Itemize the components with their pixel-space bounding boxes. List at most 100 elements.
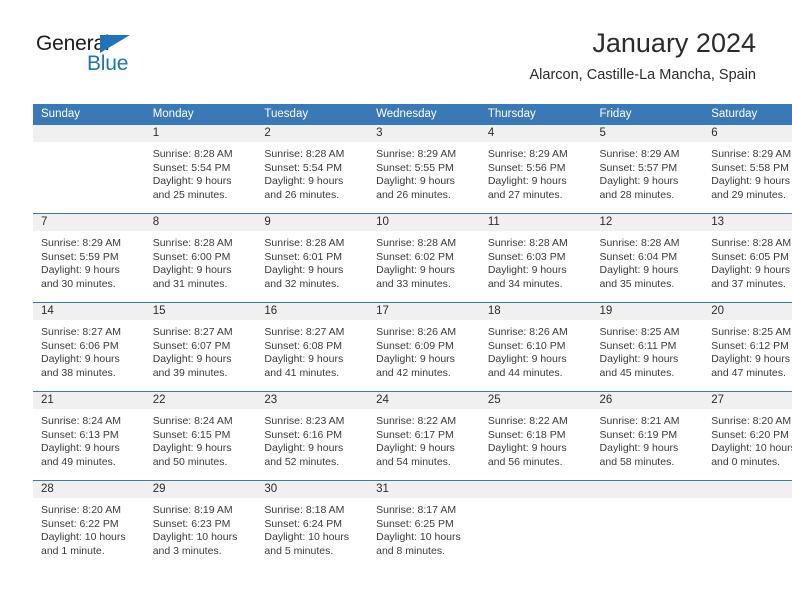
- daylight-text-line1: Daylight: 9 hours: [711, 264, 791, 277]
- calendar-day-cell[interactable]: 24 Sunrise: 8:22 AM Sunset: 6:17 PM Dayligh…: [368, 391, 480, 481]
- sunset-text: Sunset: 6:09 PM: [376, 339, 454, 352]
- day-number: 2: [256, 125, 369, 142]
- day-number: 27: [703, 392, 792, 409]
- day-number: 8: [144, 214, 257, 231]
- calendar-day-cell[interactable]: 31 Sunrise: 8:17 AM Sunset: 6:25 PM Dayligh…: [368, 480, 480, 569]
- calendar-day-cell[interactable]: 1 Sunrise: 8:28 AM Sunset: 5:54 PM Daylight…: [144, 125, 257, 214]
- daylight-text-line1: Daylight: 9 hours: [41, 442, 120, 455]
- calendar-body: 1 Sunrise: 8:28 AM Sunset: 5:54 PM Daylight…: [33, 125, 792, 569]
- sunrise-text: Sunrise: 8:17 AM: [376, 504, 457, 516]
- day-number: 11: [479, 214, 592, 231]
- sunrise-text: Sunrise: 8:22 AM: [376, 415, 457, 427]
- calendar-day-cell[interactable]: 23 Sunrise: 8:23 AM Sunset: 6:16 PM Dayligh…: [256, 391, 369, 481]
- calendar-day-cell[interactable]: 5 Sunrise: 8:29 AM Sunset: 5:57 PM Daylight…: [591, 125, 704, 214]
- calendar-day-cell[interactable]: 4 Sunrise: 8:29 AM Sunset: 5:56 PM Daylight…: [479, 125, 592, 214]
- sunset-text: Sunset: 6:00 PM: [152, 250, 231, 263]
- sunrise-text: Sunrise: 8:28 AM: [487, 237, 568, 249]
- sunset-text: Sunset: 6:16 PM: [264, 428, 343, 441]
- day-number: [703, 481, 792, 498]
- calendar-day-cell[interactable]: 19 Sunrise: 8:25 AM Sunset: 6:11 PM Dayligh…: [591, 302, 704, 392]
- calendar-day-cell[interactable]: 26 Sunrise: 8:21 AM Sunset: 6:19 PM Dayligh…: [591, 391, 704, 481]
- calendar-empty-cell: [479, 480, 592, 569]
- daylight-text-line2: and 33 minutes.: [376, 277, 451, 290]
- calendar-day-cell[interactable]: 27 Sunrise: 8:20 AM Sunset: 6:20 PM Dayligh…: [703, 391, 792, 481]
- calendar-day-cell[interactable]: 18 Sunrise: 8:26 AM Sunset: 6:10 PM Dayligh…: [479, 302, 592, 392]
- daylight-text-line2: and 0 minutes.: [711, 455, 781, 468]
- calendar-day-cell[interactable]: 11 Sunrise: 8:28 AM Sunset: 6:03 PM Dayligh…: [479, 213, 592, 303]
- calendar-empty-cell: [33, 125, 145, 214]
- calendar-day-cell[interactable]: 16 Sunrise: 8:27 AM Sunset: 6:08 PM Dayligh…: [256, 302, 369, 392]
- daylight-text-line1: Daylight: 9 hours: [152, 264, 232, 277]
- day-details: Sunrise: 8:27 AM Sunset: 6:07 PM Daylight:…: [145, 320, 257, 380]
- calendar-week-row: 14 Sunrise: 8:27 AM Sunset: 6:06 PM Dayligh…: [33, 302, 792, 392]
- calendar-header-row: Sunday Monday Tuesday Wednesday Thursday…: [33, 104, 792, 125]
- day-number: 5: [591, 125, 704, 142]
- day-details: Sunrise: 8:22 AM Sunset: 6:17 PM Daylight:…: [368, 409, 480, 469]
- calendar-day-cell[interactable]: 6 Sunrise: 8:29 AM Sunset: 5:58 PM Daylight…: [703, 125, 792, 214]
- sunrise-text: Sunrise: 8:23 AM: [264, 415, 345, 427]
- calendar-day-cell[interactable]: 25 Sunrise: 8:22 AM Sunset: 6:18 PM Dayligh…: [479, 391, 592, 481]
- day-details: Sunrise: 8:29 AM Sunset: 5:58 PM Daylight:…: [703, 142, 792, 202]
- daylight-text-line2: and 25 minutes.: [152, 188, 228, 201]
- sunrise-text: Sunrise: 8:26 AM: [487, 326, 568, 338]
- sunrise-text: Sunrise: 8:20 AM: [41, 504, 121, 516]
- day-details: Sunrise: 8:28 AM Sunset: 6:01 PM Daylight:…: [256, 231, 368, 291]
- day-details: Sunrise: 8:28 AM Sunset: 6:04 PM Daylight:…: [592, 231, 704, 291]
- daylight-text-line1: Daylight: 9 hours: [599, 264, 679, 277]
- daylight-text-line1: Daylight: 9 hours: [41, 264, 120, 277]
- day-details: Sunrise: 8:20 AM Sunset: 6:22 PM Daylight:…: [33, 498, 145, 558]
- day-number: 9: [256, 214, 369, 231]
- calendar-day-cell[interactable]: 17 Sunrise: 8:26 AM Sunset: 6:09 PM Dayligh…: [368, 302, 480, 392]
- calendar-page: General Blue January 2024 Alarcon, Casti…: [0, 0, 792, 612]
- day-details: Sunrise: 8:26 AM Sunset: 6:10 PM Daylight:…: [480, 320, 592, 380]
- day-details: Sunrise: 8:23 AM Sunset: 6:16 PM Daylight:…: [256, 409, 368, 469]
- page-subtitle: Alarcon, Castille-La Mancha, Spain: [529, 67, 756, 83]
- daylight-text-line1: Daylight: 9 hours: [487, 175, 567, 188]
- daylight-text-line1: Daylight: 9 hours: [41, 353, 120, 366]
- calendar-day-cell[interactable]: 28 Sunrise: 8:20 AM Sunset: 6:22 PM Dayligh…: [33, 480, 145, 569]
- daylight-text-line1: Daylight: 9 hours: [487, 353, 567, 366]
- sunset-text: Sunset: 6:15 PM: [152, 428, 231, 441]
- calendar-day-cell[interactable]: 12 Sunrise: 8:28 AM Sunset: 6:04 PM Dayligh…: [591, 213, 704, 303]
- daylight-text-line2: and 49 minutes.: [41, 455, 116, 468]
- daylight-text-line2: and 27 minutes.: [487, 188, 563, 201]
- daylight-text-line2: and 45 minutes.: [599, 366, 675, 379]
- calendar-day-cell[interactable]: 8 Sunrise: 8:28 AM Sunset: 6:00 PM Daylight…: [144, 213, 257, 303]
- day-details: Sunrise: 8:25 AM Sunset: 6:12 PM Daylight:…: [703, 320, 792, 380]
- day-number: 29: [144, 481, 257, 498]
- calendar-day-cell[interactable]: 22 Sunrise: 8:24 AM Sunset: 6:15 PM Dayligh…: [144, 391, 257, 481]
- sunset-text: Sunset: 6:02 PM: [376, 250, 454, 263]
- sunrise-text: Sunrise: 8:28 AM: [264, 237, 345, 249]
- day-details: Sunrise: 8:29 AM Sunset: 5:56 PM Daylight:…: [480, 142, 592, 202]
- day-details: Sunrise: 8:28 AM Sunset: 6:05 PM Daylight:…: [703, 231, 792, 291]
- sunset-text: Sunset: 6:18 PM: [487, 428, 566, 441]
- sunrise-text: Sunrise: 8:21 AM: [599, 415, 680, 427]
- calendar-day-cell[interactable]: 13 Sunrise: 8:28 AM Sunset: 6:05 PM Dayligh…: [703, 213, 792, 303]
- calendar-day-cell[interactable]: 20 Sunrise: 8:25 AM Sunset: 6:12 PM Dayligh…: [703, 302, 792, 392]
- calendar-day-cell[interactable]: 10 Sunrise: 8:28 AM Sunset: 6:02 PM Dayligh…: [368, 213, 480, 303]
- sunrise-text: Sunrise: 8:25 AM: [711, 326, 792, 338]
- day-details: Sunrise: 8:29 AM Sunset: 5:59 PM Daylight:…: [33, 231, 145, 291]
- calendar-week-row: 21 Sunrise: 8:24 AM Sunset: 6:13 PM Dayligh…: [33, 391, 792, 481]
- day-details: Sunrise: 8:20 AM Sunset: 6:20 PM Daylight:…: [703, 409, 792, 469]
- daylight-text-line1: Daylight: 9 hours: [264, 264, 344, 277]
- daylight-text-line1: Daylight: 9 hours: [376, 175, 455, 188]
- sunset-text: Sunset: 6:10 PM: [487, 339, 566, 352]
- day-number: 24: [368, 392, 480, 409]
- calendar-day-cell[interactable]: 29 Sunrise: 8:19 AM Sunset: 6:23 PM Dayligh…: [144, 480, 257, 569]
- calendar-day-cell[interactable]: 9 Sunrise: 8:28 AM Sunset: 6:01 PM Daylight…: [256, 213, 369, 303]
- calendar-day-cell[interactable]: 30 Sunrise: 8:18 AM Sunset: 6:24 PM Dayligh…: [256, 480, 369, 569]
- calendar-day-cell[interactable]: 15 Sunrise: 8:27 AM Sunset: 6:07 PM Dayligh…: [144, 302, 257, 392]
- calendar-day-cell[interactable]: 7 Sunrise: 8:29 AM Sunset: 5:59 PM Daylight…: [33, 213, 145, 303]
- daylight-text-line1: Daylight: 10 hours: [711, 442, 792, 455]
- calendar-day-cell[interactable]: 2 Sunrise: 8:28 AM Sunset: 5:54 PM Daylight…: [256, 125, 369, 214]
- calendar-day-cell[interactable]: 3 Sunrise: 8:29 AM Sunset: 5:55 PM Daylight…: [368, 125, 480, 214]
- sunset-text: Sunset: 6:07 PM: [152, 339, 231, 352]
- calendar-day-cell[interactable]: 14 Sunrise: 8:27 AM Sunset: 6:06 PM Dayligh…: [33, 302, 145, 392]
- weekday-header-monday: Monday: [144, 104, 257, 125]
- calendar-day-cell[interactable]: 21 Sunrise: 8:24 AM Sunset: 6:13 PM Dayligh…: [33, 391, 145, 481]
- day-number: [591, 481, 704, 498]
- daylight-text-line1: Daylight: 9 hours: [376, 264, 455, 277]
- daylight-text-line1: Daylight: 10 hours: [41, 531, 126, 544]
- day-number: 21: [33, 392, 145, 409]
